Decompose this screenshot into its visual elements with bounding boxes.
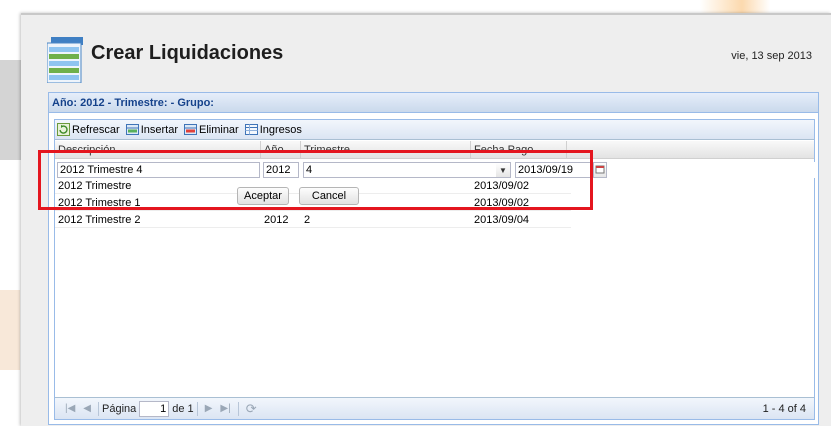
page-title: Crear Liquidaciones: [91, 42, 284, 64]
pager-separator: [237, 401, 239, 416]
column-header-trimestre[interactable]: Trimestre: [301, 141, 471, 158]
grid-toolbar: Refrescar Insertar Eliminar Ingresos: [55, 120, 814, 140]
app-window: Crear Liquidaciones vie, 13 sep 2013 Año…: [21, 13, 831, 426]
page-number-input[interactable]: [139, 400, 170, 417]
cell-descripcion: 2012 Trimestre: [58, 180, 132, 192]
chevron-down-icon[interactable]: ▼: [496, 162, 511, 178]
table-row[interactable]: 2012 Trimestre 2 2012 2 2013/09/04: [55, 212, 571, 228]
next-page-icon[interactable]: ▶: [205, 403, 213, 414]
cancel-button[interactable]: Cancel: [299, 187, 359, 205]
trimestre-select[interactable]: [303, 162, 497, 178]
insert-row-icon: [125, 124, 139, 135]
anio-input[interactable]: [263, 162, 299, 178]
page-count-label: de 1: [172, 402, 194, 415]
pager-separator: [98, 401, 99, 416]
column-header-row: Descripción Año Trimestre Fecha Pago: [55, 141, 814, 159]
cell-descripcion: 2012 Trimestre 1: [58, 197, 141, 209]
paging-toolbar: |◀ ◀ Página de 1 ▶ ▶| ⟳ 1 - 4 of 4: [55, 397, 814, 419]
refresh-icon: [57, 123, 70, 136]
app-header: Crear Liquidaciones vie, 13 sep 2013: [21, 15, 831, 91]
column-header-fecha-pago[interactable]: Fecha Pago: [471, 141, 567, 158]
fecha-pago-input[interactable]: [515, 162, 592, 178]
table-icon: [244, 124, 258, 135]
row-editor: ▼: [55, 162, 815, 178]
refresh-icon[interactable]: ⟳: [246, 401, 257, 417]
liquidaciones-grid: Refrescar Insertar Eliminar Ingresos Des…: [54, 119, 815, 420]
cell-fecha-pago: 2013/09/02: [474, 197, 530, 209]
first-page-icon[interactable]: |◀: [65, 403, 75, 414]
column-header-anio[interactable]: Año: [261, 141, 301, 158]
insert-button[interactable]: Insertar: [125, 123, 178, 136]
cell-fecha-pago: 2013/09/02: [474, 180, 530, 192]
calendar-icon[interactable]: [593, 162, 607, 178]
delete-label: Eliminar: [198, 123, 239, 136]
cell-anio: 2012: [264, 214, 289, 226]
background-side-strip-lower: [0, 290, 20, 370]
header-date: vie, 13 sep 2013: [731, 50, 812, 62]
accept-button[interactable]: Aceptar: [237, 187, 289, 205]
refresh-button[interactable]: Refrescar: [57, 123, 120, 136]
last-page-icon[interactable]: ▶|: [220, 403, 230, 414]
cell-trimestre: 2: [304, 214, 311, 226]
cell-descripcion: 2012 Trimestre 2: [58, 214, 141, 226]
calendar-glyph: [595, 165, 605, 174]
page-label: Página: [102, 402, 137, 415]
pager-separator: [196, 401, 198, 416]
paging-summary: 1 - 4 of 4: [762, 403, 806, 415]
liquidaciones-panel: Año: 2012 - Trimestre: - Grupo: Refresca…: [48, 92, 819, 425]
delete-button[interactable]: Eliminar: [183, 123, 239, 136]
insert-label: Insertar: [140, 123, 178, 136]
cell-fecha-pago: 2013/09/04: [474, 214, 530, 226]
descripcion-input[interactable]: [57, 162, 260, 178]
panel-title: Año: 2012 - Trimestre: - Grupo:: [49, 93, 818, 113]
spreadsheet-icon: [47, 37, 83, 83]
income-button[interactable]: Ingresos: [244, 123, 302, 136]
background-side-strip: [0, 60, 22, 160]
delete-row-icon: [183, 124, 197, 135]
column-header-descripcion[interactable]: Descripción: [55, 141, 261, 158]
refresh-label: Refrescar: [72, 123, 120, 136]
income-label: Ingresos: [259, 123, 302, 136]
previous-page-icon[interactable]: ◀: [83, 403, 91, 414]
